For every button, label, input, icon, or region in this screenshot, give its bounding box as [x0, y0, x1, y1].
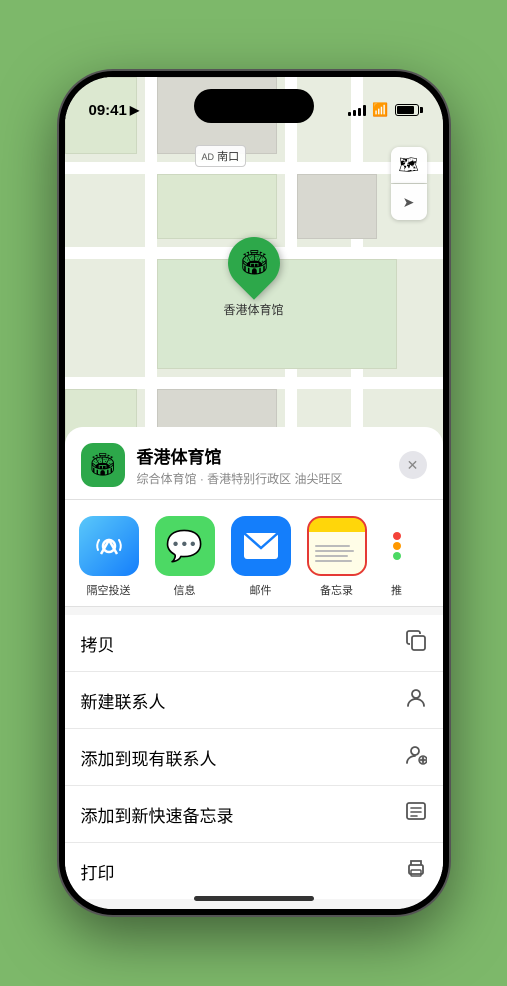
venue-info: 香港体育馆 综合体育馆 · 香港特别行政区 油尖旺区	[137, 443, 399, 487]
location-arrow-icon: ▶	[130, 103, 139, 117]
action-add-existing-contact[interactable]: 添加到现有联系人	[65, 729, 443, 786]
phone-screen: AD 南口 🗺 ➤ 🏟 香港体育馆	[65, 77, 443, 909]
copy-svg	[405, 629, 427, 651]
battery-fill	[397, 106, 414, 114]
print-icon	[405, 857, 427, 885]
signal-bar-2	[353, 110, 356, 116]
status-time: 09:41 ▶	[89, 102, 140, 119]
print-label: 打印	[81, 859, 115, 884]
signal-bar-1	[348, 112, 351, 116]
copy-label: 拷贝	[81, 631, 115, 656]
action-add-quick-note[interactable]: 添加到新快速备忘录	[65, 786, 443, 843]
mail-svg	[243, 532, 279, 560]
add-contact-svg	[405, 743, 427, 765]
status-bar: 09:41 ▶ 📶	[65, 77, 443, 131]
location-button[interactable]: ➤	[391, 184, 427, 220]
home-indicator	[194, 896, 314, 901]
action-print[interactable]: 打印	[65, 843, 443, 899]
bottom-sheet: 🏟 香港体育馆 综合体育馆 · 香港特别行政区 油尖旺区 ✕	[65, 427, 443, 909]
location-icon: ➤	[403, 194, 415, 211]
share-item-more[interactable]: 推	[377, 516, 417, 598]
action-new-contact[interactable]: 新建联系人	[65, 672, 443, 729]
phone-frame: AD 南口 🗺 ➤ 🏟 香港体育馆	[59, 71, 449, 915]
signal-bar-3	[358, 108, 361, 116]
venue-header: 🏟 香港体育馆 综合体育馆 · 香港特别行政区 油尖旺区 ✕	[65, 427, 443, 500]
venue-description: 综合体育馆 · 香港特别行政区 油尖旺区	[137, 470, 399, 487]
wifi-icon: 📶	[372, 102, 388, 118]
more-icon	[377, 516, 417, 576]
airdrop-svg	[93, 530, 125, 562]
map-controls: 🗺 ➤	[391, 147, 427, 220]
more-label: 推	[391, 582, 402, 598]
battery	[395, 104, 419, 116]
share-item-mail[interactable]: 邮件	[225, 516, 297, 598]
messages-label: 信息	[174, 582, 196, 598]
marker-icon: 🏟	[238, 249, 268, 278]
map-icon: 🗺	[398, 155, 418, 175]
dynamic-island	[194, 89, 314, 123]
add-existing-label: 添加到现有联系人	[81, 745, 217, 770]
new-contact-svg	[405, 686, 427, 708]
action-list: 拷贝 新建联系人	[65, 615, 443, 899]
close-button[interactable]: ✕	[399, 451, 427, 479]
print-svg	[405, 857, 427, 879]
marker-pin: 🏟	[217, 226, 291, 300]
signal-bar-4	[363, 105, 366, 116]
marker-label: 香港体育馆	[223, 301, 283, 318]
venue-icon: 🏟	[81, 443, 125, 487]
new-contact-label: 新建联系人	[81, 688, 166, 713]
messages-icon: 💬	[155, 516, 215, 576]
stadium-marker: 🏟 香港体育馆	[223, 237, 283, 318]
notes-icon	[307, 516, 367, 576]
quick-note-svg	[405, 800, 427, 822]
venue-name: 香港体育馆	[137, 443, 399, 468]
signal-bars	[348, 104, 366, 116]
copy-icon	[405, 629, 427, 657]
status-right: 📶	[348, 102, 418, 118]
share-item-airdrop[interactable]: 隔空投送	[73, 516, 145, 598]
new-contact-icon	[405, 686, 427, 714]
quick-note-icon	[405, 800, 427, 828]
share-row: 隔空投送 💬 信息 邮件	[65, 500, 443, 607]
add-contact-icon	[405, 743, 427, 771]
map-label: AD 南口	[195, 145, 247, 167]
airdrop-icon	[79, 516, 139, 576]
add-quick-note-label: 添加到新快速备忘录	[81, 802, 234, 827]
map-type-button[interactable]: 🗺	[391, 147, 427, 183]
share-item-messages[interactable]: 💬 信息	[149, 516, 221, 598]
share-item-notes[interactable]: 备忘录	[301, 516, 373, 598]
mail-icon	[231, 516, 291, 576]
action-copy[interactable]: 拷贝	[65, 615, 443, 672]
mail-label: 邮件	[250, 582, 272, 598]
notes-label: 备忘录	[320, 582, 353, 598]
airdrop-label: 隔空投送	[87, 582, 131, 598]
